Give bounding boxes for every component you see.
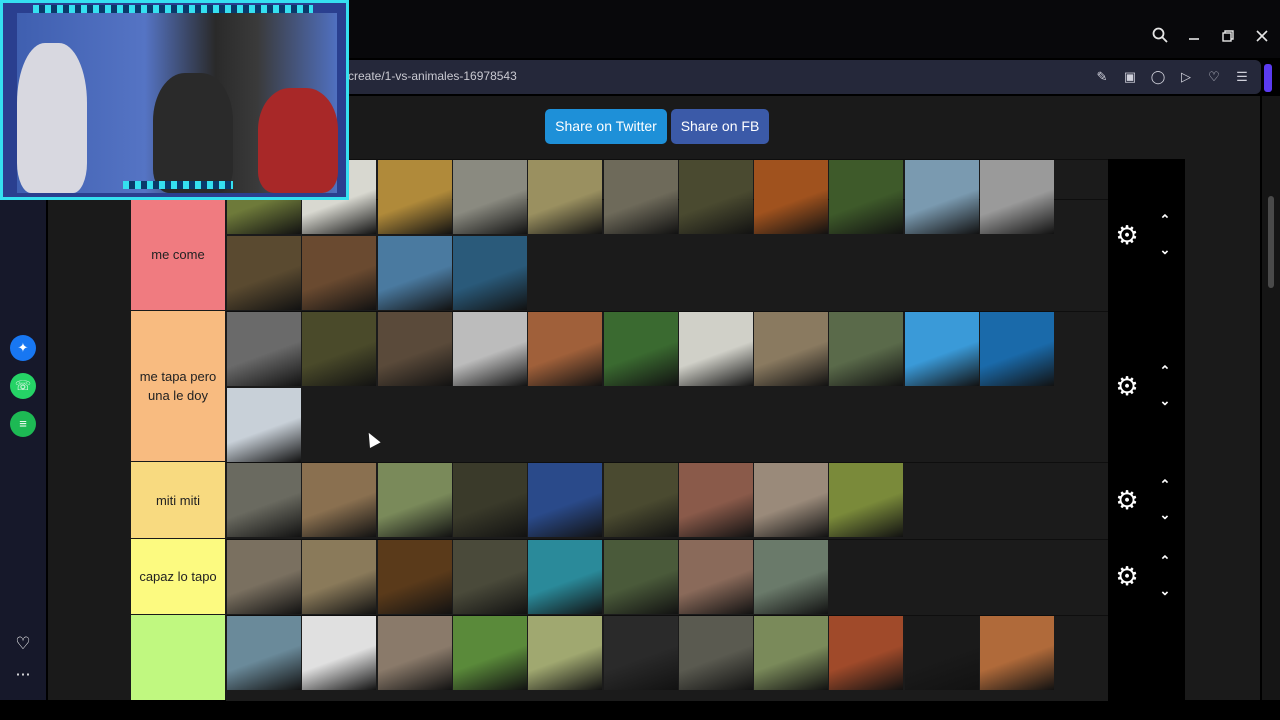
animal-tile[interactable] <box>904 616 979 690</box>
animal-tile[interactable] <box>678 540 753 614</box>
animal-tile[interactable] <box>227 540 301 614</box>
animal-tile[interactable] <box>678 160 753 234</box>
url-text[interactable]: create/1-vs-animales-16978543 <box>348 69 517 83</box>
edit-icon[interactable]: ✎ <box>1093 68 1111 86</box>
animal-tile[interactable] <box>754 160 829 234</box>
animal-tile[interactable] <box>980 616 1054 690</box>
animal-tile[interactable] <box>603 312 678 386</box>
shield-icon[interactable]: ◯ <box>1149 68 1167 86</box>
share-fb-button[interactable]: Share on FB <box>671 109 769 144</box>
animal-tile[interactable] <box>980 312 1054 386</box>
search-icon[interactable] <box>1146 24 1174 52</box>
animal-tile[interactable] <box>528 160 603 234</box>
animal-tile[interactable] <box>603 160 678 234</box>
animal-tile[interactable] <box>377 236 452 310</box>
share-twitter-button[interactable]: Share on Twitter <box>545 109 667 144</box>
more-icon[interactable]: ⋯ <box>10 662 36 688</box>
restore-icon[interactable] <box>1214 24 1242 52</box>
scrollbar-track[interactable] <box>1262 96 1280 700</box>
animal-tile[interactable] <box>678 616 753 690</box>
browser-sidebar <box>0 200 46 700</box>
menu-icon[interactable]: ☰ <box>1233 68 1251 86</box>
animal-tile[interactable] <box>452 616 527 690</box>
animal-tile[interactable] <box>452 540 527 614</box>
webcam-person <box>258 88 338 193</box>
extension-tab[interactable] <box>1264 64 1272 92</box>
messenger-icon[interactable]: ✦ <box>10 335 36 361</box>
animal-tile[interactable] <box>452 236 527 310</box>
animal-tile[interactable] <box>377 312 452 386</box>
animal-tile[interactable] <box>377 463 452 537</box>
gear-icon[interactable]: ⚙ <box>1113 562 1141 590</box>
chevron-down-icon[interactable]: ⌄ <box>1154 392 1176 410</box>
animal-tile[interactable] <box>302 540 377 614</box>
animal-tile[interactable] <box>904 312 979 386</box>
animal-tile[interactable] <box>829 160 904 234</box>
animal-tile[interactable] <box>754 616 829 690</box>
animal-tile[interactable] <box>302 616 377 690</box>
animal-tile[interactable] <box>227 463 301 537</box>
webcam-person <box>153 73 233 193</box>
animal-tile[interactable] <box>603 540 678 614</box>
chevron-up-icon[interactable]: ⌃ <box>1154 211 1176 229</box>
scrollbar-thumb[interactable] <box>1268 196 1274 288</box>
animal-tile[interactable] <box>227 388 301 462</box>
animal-tile[interactable] <box>302 236 377 310</box>
animal-tile[interactable] <box>754 312 829 386</box>
animal-tile[interactable] <box>829 616 904 690</box>
animal-tile[interactable] <box>528 463 603 537</box>
animal-tile[interactable] <box>603 463 678 537</box>
animal-tile[interactable] <box>528 540 603 614</box>
chevron-up-icon[interactable]: ⌃ <box>1154 552 1176 570</box>
animal-tile[interactable] <box>829 312 904 386</box>
gear-icon[interactable]: ⚙ <box>1113 221 1141 249</box>
tier-label-miti-miti[interactable]: miti miti <box>131 462 225 538</box>
webcam-frame-decoration <box>33 5 313 13</box>
animal-tile[interactable] <box>302 312 377 386</box>
animal-tile[interactable] <box>227 312 301 386</box>
webcam-person <box>17 43 87 193</box>
tier-label-capaz-lo-tapo[interactable]: capaz lo tapo <box>131 539 225 614</box>
gear-icon[interactable]: ⚙ <box>1113 372 1141 400</box>
whatsapp-icon[interactable]: ☏ <box>10 373 36 399</box>
tier-label-me-tapa[interactable]: me tapa pero una le doy <box>131 311 225 461</box>
animal-tile[interactable] <box>227 616 301 690</box>
animal-tile[interactable] <box>678 463 753 537</box>
chevron-up-icon[interactable]: ⌃ <box>1154 362 1176 380</box>
animal-tile[interactable] <box>227 236 301 310</box>
minimize-icon[interactable] <box>1180 24 1208 52</box>
chevron-down-icon[interactable]: ⌄ <box>1154 241 1176 259</box>
heart-icon[interactable]: ♡ <box>10 631 36 657</box>
chevron-down-icon[interactable]: ⌄ <box>1154 582 1176 600</box>
animal-tile[interactable] <box>603 616 678 690</box>
animal-tile[interactable] <box>377 160 452 234</box>
webcam-overlay <box>0 0 349 200</box>
animal-tile[interactable] <box>754 463 829 537</box>
spotify-icon[interactable]: ≡ <box>10 411 36 437</box>
animal-tile[interactable] <box>452 463 527 537</box>
camera-icon[interactable]: ▣ <box>1121 68 1139 86</box>
close-icon[interactable] <box>1248 24 1276 52</box>
gear-icon[interactable]: ⚙ <box>1113 486 1141 514</box>
animal-tile[interactable] <box>528 312 603 386</box>
animal-tile[interactable] <box>452 312 527 386</box>
heart-icon[interactable]: ♡ <box>1205 68 1223 86</box>
animal-tile[interactable] <box>528 616 603 690</box>
animal-tile[interactable] <box>377 540 452 614</box>
animal-tile[interactable] <box>980 160 1054 234</box>
animal-tile[interactable] <box>904 160 979 234</box>
animal-tile[interactable] <box>678 312 753 386</box>
animal-tile[interactable] <box>302 463 377 537</box>
animal-tile[interactable] <box>754 540 829 614</box>
tier-label-empty[interactable] <box>131 615 225 700</box>
tier-label-me-come[interactable]: me come <box>131 199 225 310</box>
animal-tile[interactable] <box>829 463 904 537</box>
webcam-frame-decoration <box>123 181 233 189</box>
animal-tile[interactable] <box>452 160 527 234</box>
chevron-up-icon[interactable]: ⌃ <box>1154 476 1176 494</box>
chevron-down-icon[interactable]: ⌄ <box>1154 506 1176 524</box>
animal-tile[interactable] <box>377 616 452 690</box>
send-icon[interactable]: ▷ <box>1177 68 1195 86</box>
